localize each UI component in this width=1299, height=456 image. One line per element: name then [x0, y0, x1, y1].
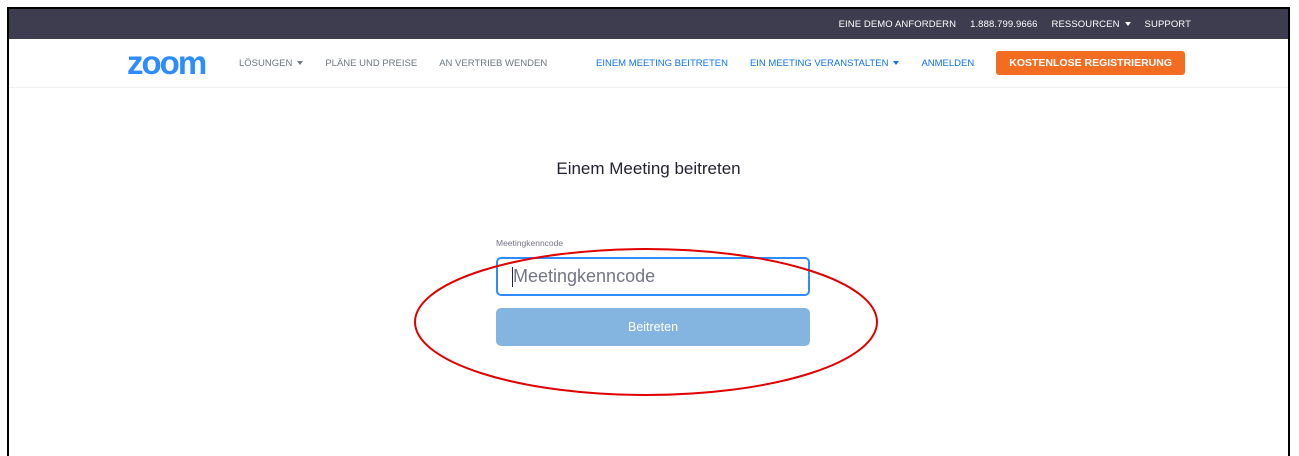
main-navbar: zoom LÖSUNGEN PLÄNE UND PREISE AN VERTRI… — [9, 39, 1288, 88]
phone-number-link[interactable]: 1.888.799.9666 — [970, 19, 1037, 30]
nav-item-sign-in[interactable]: ANMELDEN — [921, 58, 974, 69]
meeting-code-input[interactable] — [496, 257, 810, 296]
request-demo-link[interactable]: EINE DEMO ANFORDERN — [839, 19, 957, 30]
nav-item-contact-sales[interactable]: AN VERTRIEB WENDEN — [439, 58, 547, 69]
zoom-logo[interactable]: zoom — [127, 46, 207, 79]
meeting-code-label: Meetingkenncode — [496, 238, 564, 248]
top-utility-bar: EINE DEMO ANFORDERN 1.888.799.9666 RESSO… — [9, 9, 1288, 39]
utility-links: EINE DEMO ANFORDERN 1.888.799.9666 RESSO… — [825, 9, 1191, 39]
chevron-down-icon — [1124, 22, 1131, 26]
page-title: Einem Meeting beitreten — [556, 159, 741, 178]
join-button[interactable]: Beitreten — [496, 308, 810, 346]
text-cursor — [512, 267, 513, 287]
nav-item-label: EIN MEETING VERANSTALTEN — [749, 57, 889, 69]
nav-item-label: LÖSUNGEN — [239, 57, 293, 69]
free-signup-button[interactable]: KOSTENLOSE REGISTRIERUNG — [996, 51, 1185, 75]
nav-left: LÖSUNGEN PLÄNE UND PREISE AN VERTRIEB WE… — [239, 39, 569, 87]
nav-item-host-meeting[interactable]: EIN MEETING VERANSTALTEN — [749, 57, 900, 69]
nav-item-join-meeting[interactable]: EINEM MEETING BEITRETEN — [596, 58, 728, 69]
nav-right: EINEM MEETING BEITRETEN EIN MEETING VERA… — [574, 39, 1185, 87]
browser-viewport: EINE DEMO ANFORDERN 1.888.799.9666 RESSO… — [7, 7, 1290, 456]
resources-menu[interactable]: RESSOURCEN — [1052, 19, 1131, 30]
chevron-down-icon — [297, 61, 304, 65]
resources-label: RESSOURCEN — [1051, 18, 1120, 30]
nav-item-solutions[interactable]: LÖSUNGEN — [239, 57, 304, 69]
chevron-down-icon — [893, 61, 900, 65]
support-link[interactable]: SUPPORT — [1145, 19, 1191, 30]
nav-item-plans-pricing[interactable]: PLÄNE UND PREISE — [325, 58, 417, 69]
